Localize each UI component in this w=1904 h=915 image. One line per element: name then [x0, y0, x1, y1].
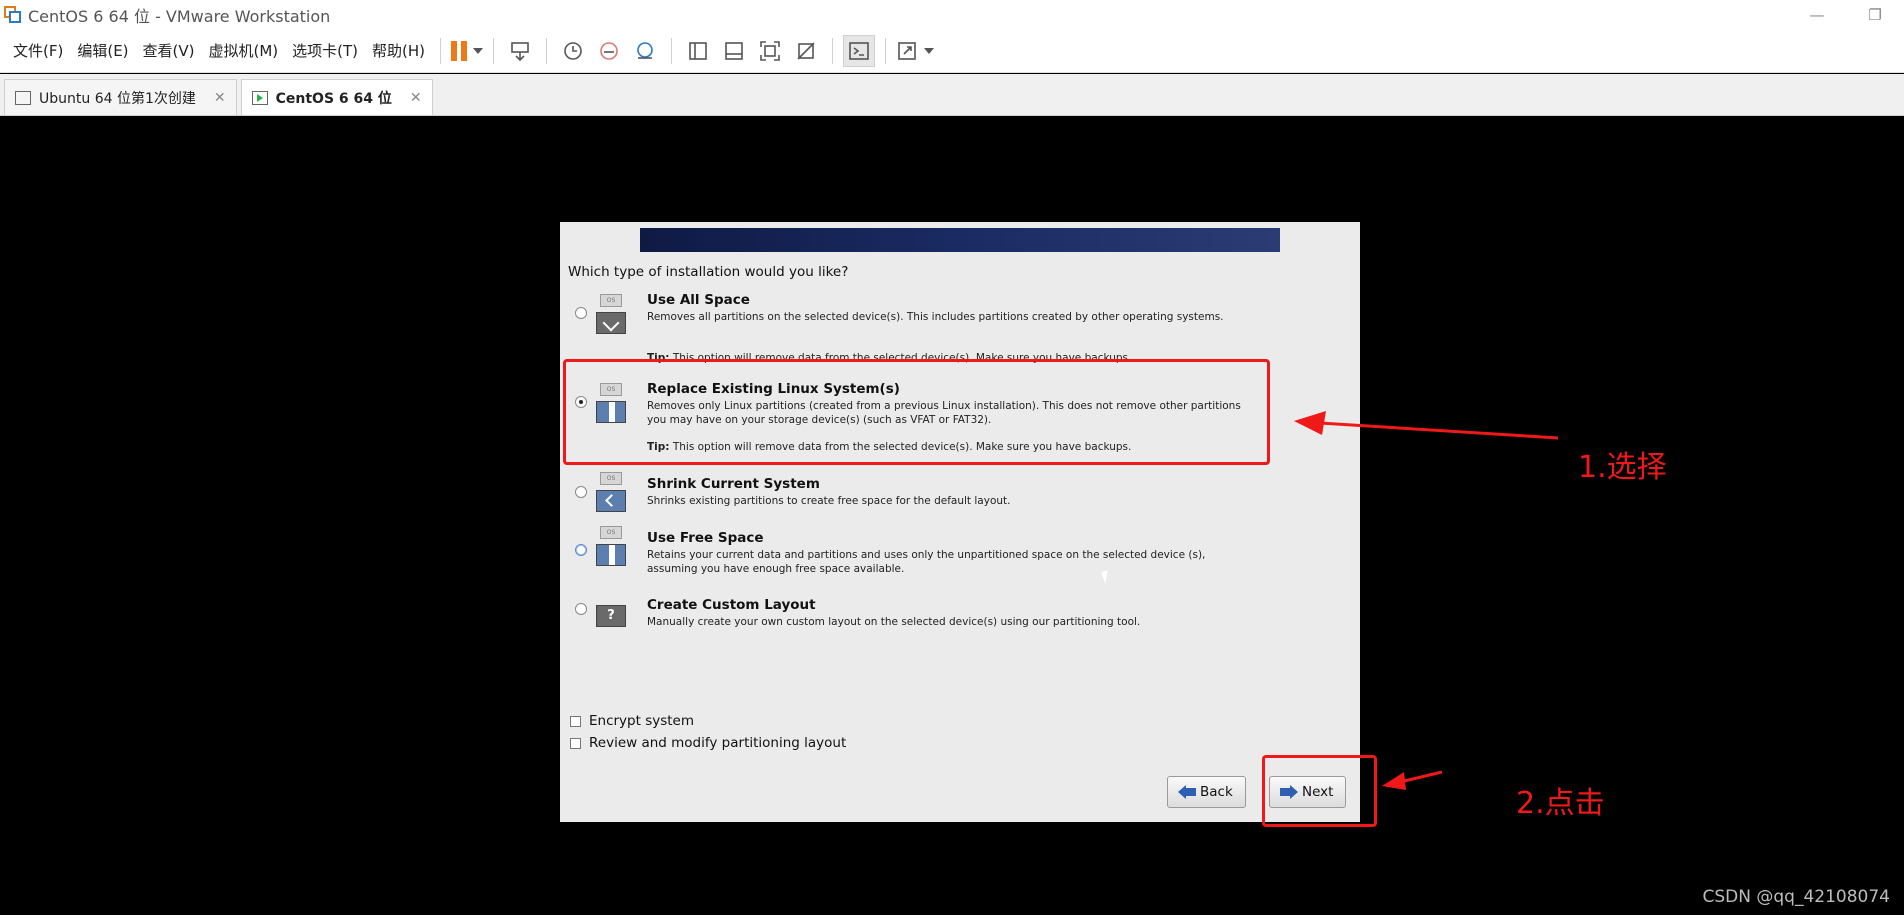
toolbar-separator — [832, 37, 834, 64]
unity-off-icon — [797, 41, 815, 60]
show-library-button[interactable] — [682, 35, 714, 67]
csdn-watermark: CSDN @qq_42108074 — [1702, 887, 1890, 907]
tab-ubuntu[interactable]: Ubuntu 64 位第1次创建 ✕ — [4, 79, 237, 115]
radio-create-custom-layout[interactable] — [575, 603, 587, 615]
menu-view[interactable]: 查看(V) — [136, 40, 202, 61]
toolbar-separator — [546, 37, 548, 64]
radio-shrink-current-system[interactable] — [575, 486, 587, 498]
console-view-button[interactable] — [843, 34, 876, 67]
tab-label: CentOS 6 64 位 — [275, 90, 392, 107]
annotation-arrow-2 — [1382, 770, 1443, 790]
toolbar-separator — [493, 37, 495, 64]
snapshot-icon — [564, 41, 582, 60]
unity-button[interactable] — [790, 35, 822, 67]
encrypt-system-checkbox[interactable]: Encrypt system — [570, 713, 694, 729]
option-description: Removes all partitions on the selected d… — [647, 311, 1224, 323]
fullscreen-icon — [760, 40, 780, 61]
option-title: Use Free Space — [647, 530, 764, 546]
installation-question: Which type of installation would you lik… — [568, 264, 849, 280]
vmware-logo-icon — [4, 5, 22, 24]
review-partitioning-checkbox[interactable]: Review and modify partitioning layout — [570, 735, 846, 751]
window-title-bar: CentOS 6 64 位 - VMware Workstation — ❐ ✕ — [0, 0, 1904, 29]
minimize-button[interactable]: — — [1788, 0, 1846, 29]
annotation-step1: 1.选择 — [1578, 450, 1667, 485]
annotation-box-next — [1262, 755, 1377, 827]
expand-icon — [898, 41, 916, 60]
radio-use-free-space[interactable] — [575, 544, 587, 556]
disk-os-icon: OS — [596, 294, 628, 334]
disk-os-icon: OS — [596, 526, 628, 566]
close-icon[interactable]: ✕ — [214, 90, 226, 106]
send-ctrl-alt-del-button[interactable] — [504, 35, 536, 67]
option-title: Use All Space — [647, 292, 750, 308]
tab-label: Ubuntu 64 位第1次创建 — [39, 90, 196, 107]
custom-layout-icon: ? — [596, 593, 628, 633]
pause-vm-button[interactable] — [451, 35, 484, 67]
annotation-step2: 2.点击 — [1516, 786, 1605, 821]
revert-snapshot-button[interactable] — [593, 35, 625, 67]
annotation-box-option — [563, 359, 1270, 465]
take-snapshot-button[interactable] — [557, 35, 589, 67]
checkbox[interactable] — [570, 737, 581, 749]
option-description: Manually create your own custom layout o… — [647, 616, 1141, 628]
menu-help[interactable]: 帮助(H) — [365, 40, 432, 61]
vm-tab-bar: Ubuntu 64 位第1次创建 ✕ CentOS 6 64 位 ✕ — [0, 74, 1904, 116]
vm-icon — [15, 90, 31, 105]
checkbox-label: Encrypt system — [589, 713, 695, 729]
tab-centos[interactable]: CentOS 6 64 位 ✕ — [240, 79, 433, 115]
installer-banner — [640, 228, 1280, 252]
menu-edit[interactable]: 编辑(E) — [70, 40, 135, 61]
checkbox-label: Review and modify partitioning layout — [589, 735, 847, 751]
radio-use-all-space[interactable] — [575, 307, 587, 319]
bottom-panel-icon — [725, 41, 743, 60]
close-icon[interactable]: ✕ — [410, 90, 422, 106]
installer-window: Which type of installation would you lik… — [560, 222, 1360, 822]
restore-button[interactable]: ❐ — [1846, 0, 1904, 29]
vm-running-icon — [251, 90, 268, 105]
menu-tabs[interactable]: 选项卡(T) — [285, 40, 365, 61]
option-title: Create Custom Layout — [647, 597, 816, 613]
checkbox[interactable] — [570, 715, 581, 727]
network-send-icon — [511, 41, 529, 61]
back-button[interactable]: Back — [1167, 776, 1246, 808]
chevron-down-icon — [473, 47, 484, 54]
option-description: Shrinks existing partitions to create fr… — [647, 495, 1011, 507]
sidebar-layout-icon — [689, 41, 707, 60]
back-button-label: Back — [1200, 784, 1233, 800]
terminal-icon — [849, 41, 869, 60]
thumbnail-bar-button[interactable] — [718, 35, 750, 67]
disk-os-icon: OS — [596, 472, 628, 512]
toolbar-separator — [885, 37, 887, 64]
toolbar-separator — [671, 37, 673, 64]
menu-toolbar: 文件(F) 编辑(E) 查看(V) 虚拟机(M) 选项卡(T) 帮助(H) — [0, 29, 1904, 73]
annotation-arrow-1 — [1294, 411, 1559, 440]
menu-vm[interactable]: 虚拟机(M) — [202, 40, 286, 61]
toolbar-separator — [440, 37, 442, 64]
option-title: Shrink Current System — [647, 476, 820, 492]
arrow-left-icon — [1178, 785, 1196, 799]
menu-file[interactable]: 文件(F) — [6, 40, 70, 61]
window-title: CentOS 6 64 位 - VMware Workstation — [28, 6, 331, 26]
chevron-down-icon — [924, 47, 935, 54]
stretch-guest-button[interactable] — [896, 35, 935, 67]
full-screen-button[interactable] — [754, 35, 786, 67]
snapshot-manager-icon — [637, 41, 653, 59]
snapshot-manager-button[interactable] — [629, 35, 661, 67]
revert-snapshot-icon — [600, 41, 618, 60]
pause-icon — [451, 40, 468, 61]
option-description: Retains your current data and partitions… — [647, 549, 1206, 575]
